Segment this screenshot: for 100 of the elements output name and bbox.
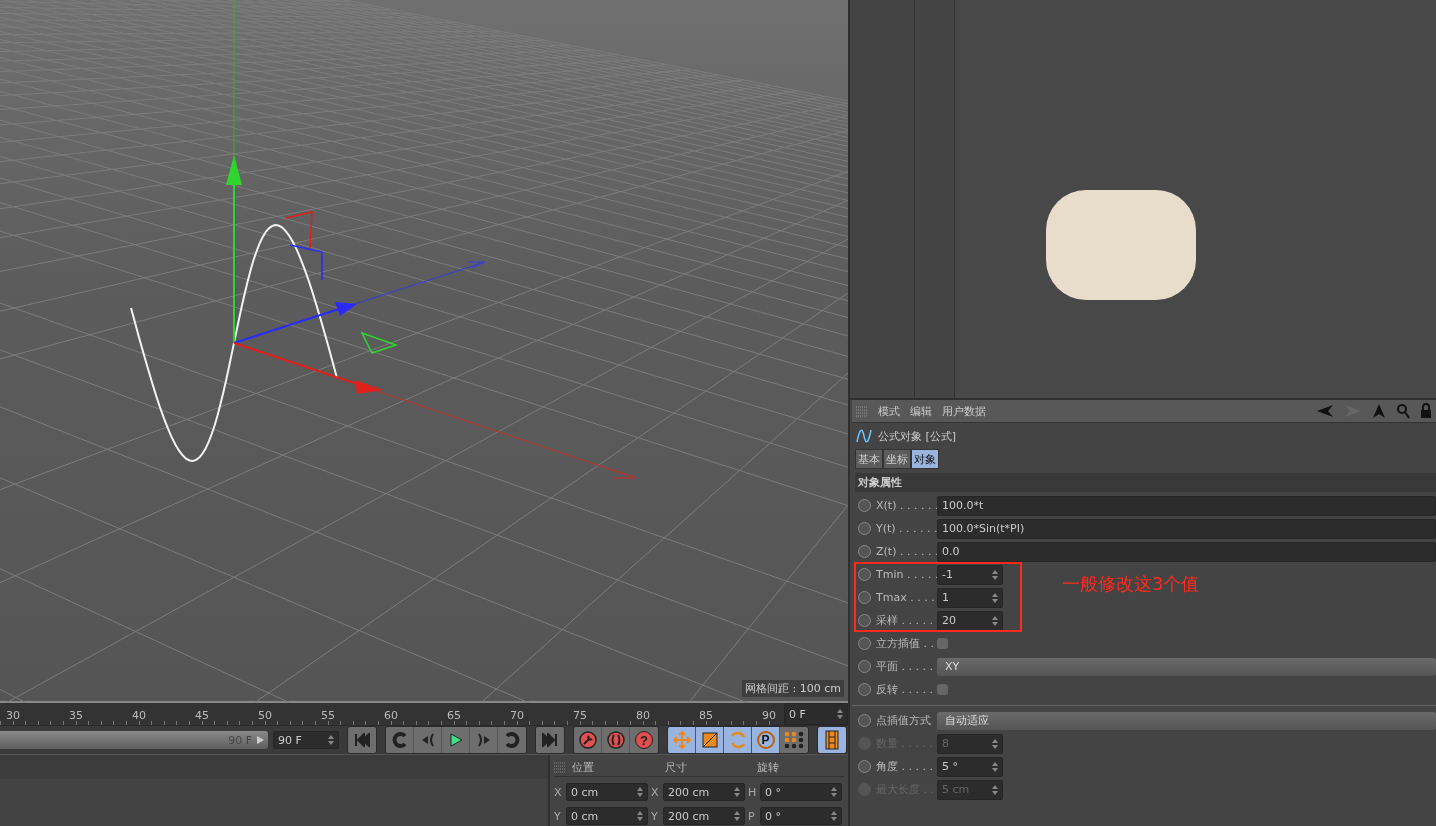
spinner-arrows-icon[interactable] [328, 735, 334, 745]
coordinate-field[interactable]: 200 cm [663, 783, 745, 801]
timeline-ruler[interactable]: 30 35 40 45 50 55 60 65 70 75 80 85 90 0 F [0, 703, 848, 726]
axis-label: X [651, 785, 660, 799]
animation-toggle[interactable] [858, 614, 871, 627]
play-button[interactable] [442, 727, 470, 753]
parameter-label: 点插值方式 [876, 713, 932, 728]
search-icon[interactable] [1396, 403, 1410, 419]
checkbox[interactable] [937, 638, 948, 649]
tab[interactable]: 坐标 [883, 449, 911, 469]
step-forward-icon [476, 733, 491, 747]
animation-toggle[interactable] [858, 591, 871, 604]
step-back-icon [420, 733, 435, 747]
current-frame-field[interactable]: 0 F [784, 703, 848, 725]
tab[interactable]: 基本 [855, 449, 883, 469]
spinner-arrows-icon[interactable] [992, 592, 998, 603]
points-button[interactable] [780, 727, 808, 753]
prev-frame-button[interactable] [414, 727, 442, 753]
spinner-arrows-icon[interactable] [831, 787, 837, 797]
spinner-arrows-icon[interactable] [734, 811, 740, 821]
lock-icon[interactable] [1420, 403, 1432, 419]
autokey-button[interactable] [602, 727, 630, 753]
spinner-arrows-icon[interactable] [837, 709, 843, 719]
animation-toggle[interactable] [858, 637, 871, 650]
back-arrow-icon[interactable] [1316, 404, 1334, 418]
animation-toggle[interactable] [858, 522, 871, 535]
menu-item[interactable]: 模式 [878, 403, 900, 419]
coordinate-field[interactable]: 0 ° [760, 783, 842, 801]
axis-label: X [554, 785, 563, 799]
dropdown[interactable]: XY [937, 657, 1436, 676]
animation-toggle[interactable] [858, 499, 871, 512]
spinner-arrows-icon[interactable] [992, 569, 998, 580]
menu-item[interactable]: 用户数据 [942, 403, 986, 419]
object-title: 公式对象 [公式] [878, 428, 957, 444]
sine-wave-icon [856, 428, 872, 444]
scale-button[interactable] [696, 727, 724, 753]
frame-number: 65 [447, 708, 462, 724]
axis-label: H [748, 785, 757, 799]
column-heading: 位置 [571, 759, 595, 775]
formula-field[interactable]: 100.0*Sin(t*PI) [937, 518, 1436, 539]
last-button[interactable] [536, 727, 564, 753]
formula-field[interactable]: 0.0 [937, 541, 1436, 562]
film-button[interactable] [818, 727, 846, 753]
spinner-arrows-icon[interactable] [637, 787, 643, 797]
animation-toggle[interactable] [858, 760, 871, 773]
spinner-arrows-icon[interactable] [992, 615, 998, 626]
frame-number: 40 [132, 708, 147, 724]
checkbox[interactable] [937, 684, 948, 695]
spinner-arrows-icon[interactable] [992, 761, 998, 772]
end-frame-field[interactable]: 90 F [273, 731, 339, 749]
frame-number: 45 [195, 708, 210, 724]
up-arrow-icon[interactable] [1372, 403, 1386, 419]
first-button[interactable] [348, 727, 376, 753]
param-button[interactable]: P [752, 727, 780, 753]
viewport[interactable]: 网格间距 : 100 cm [0, 0, 848, 703]
coordinate-field[interactable]: 0 ° [760, 807, 842, 825]
move-button[interactable] [668, 727, 696, 753]
frame-number: 30 [6, 708, 21, 724]
frame-number: 60 [384, 708, 399, 724]
prev-key-button[interactable] [386, 727, 414, 753]
number-field[interactable]: 1 [937, 587, 1003, 608]
animation-toggle[interactable] [858, 714, 871, 727]
number-field[interactable]: 5 ° [937, 756, 1003, 777]
scale-icon [701, 732, 718, 748]
menu-item[interactable]: 编辑 [910, 403, 932, 419]
spinner-arrows-icon[interactable] [734, 787, 740, 797]
coordinate-field[interactable]: 0 cm [566, 783, 648, 801]
frame-number: 90 [762, 708, 776, 724]
coordinate-field[interactable]: 0 cm [566, 807, 648, 825]
spinner-arrows-icon[interactable] [831, 811, 837, 821]
number-field[interactable]: -1 [937, 564, 1003, 585]
dropdown[interactable]: 自动适应 [937, 711, 1436, 730]
next-key-button[interactable] [498, 727, 526, 753]
animation-toggle[interactable] [858, 683, 871, 696]
grip-icon [554, 761, 566, 773]
handle-arrow-icon[interactable] [256, 736, 264, 744]
previous-key-icon [391, 732, 408, 748]
parameter-label: Y(t) . . . . . . [876, 522, 936, 535]
grip-icon [856, 405, 868, 417]
next-frame-button[interactable] [470, 727, 498, 753]
rotate-button[interactable] [724, 727, 752, 753]
rotate-icon [728, 731, 747, 749]
frame-number: 70 [510, 708, 525, 724]
annotation-text: 一般修改这3个值 [1062, 572, 1200, 596]
frame-number: 75 [573, 708, 588, 724]
dot-grid-icon [783, 731, 805, 749]
animation-toggle[interactable] [858, 545, 871, 558]
axis-label: Y [651, 809, 659, 823]
film-strip-icon [825, 730, 839, 750]
parameter-label: 平面 . . . . . [876, 659, 934, 674]
number-field[interactable]: 20 [937, 610, 1003, 631]
tab[interactable]: 对象 [911, 449, 939, 469]
spinner-arrows-icon[interactable] [637, 811, 643, 821]
formula-field[interactable]: 100.0*t [937, 495, 1436, 516]
coordinate-field[interactable]: 200 cm [663, 807, 745, 825]
help-button[interactable]: ? [630, 727, 658, 753]
animation-toggle[interactable] [858, 660, 871, 673]
record-button[interactable] [574, 727, 602, 753]
animation-toggle[interactable] [858, 568, 871, 581]
frame-number: 50 [258, 708, 273, 724]
